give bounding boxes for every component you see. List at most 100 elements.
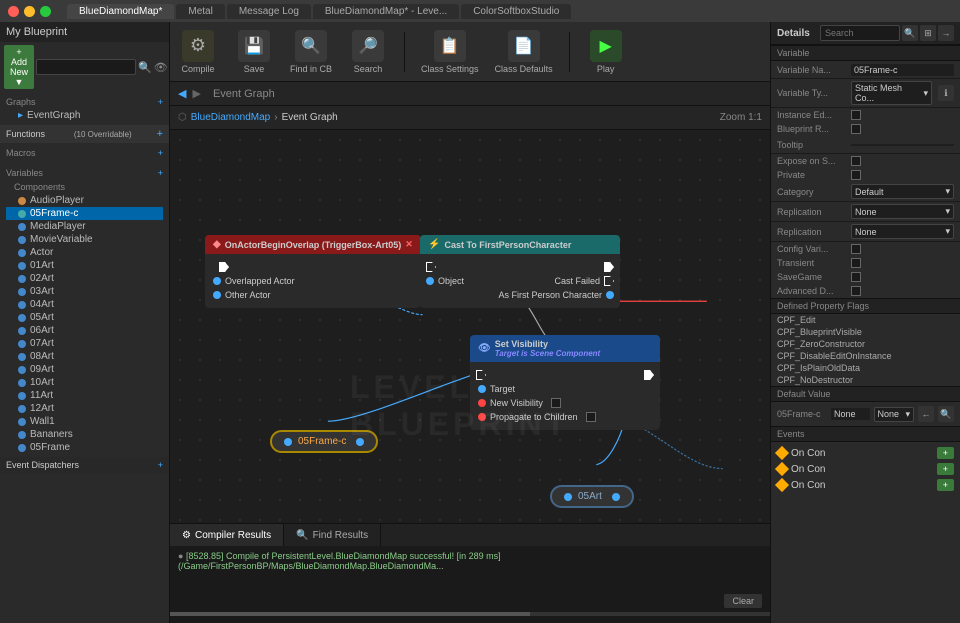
breadcrumb-map[interactable]: BlueDiamondMap	[191, 112, 271, 123]
nav-back-icon[interactable]: ◀	[178, 87, 186, 100]
functions-label[interactable]: Functions	[6, 129, 45, 139]
new-visibility-checkbox[interactable]	[551, 398, 561, 408]
wall1-item[interactable]: Wall1	[6, 415, 163, 428]
add-event-btn-1[interactable]: +	[937, 447, 954, 459]
01art-item[interactable]: 01Art	[6, 259, 163, 272]
replication1-dropdown[interactable]: None ▾	[851, 204, 954, 219]
mediaplayer-item[interactable]: MediaPlayer	[6, 220, 163, 233]
default-val-back-btn[interactable]: ←	[918, 406, 934, 422]
minimize-btn[interactable]	[24, 6, 35, 17]
advanced-display-cb[interactable]	[851, 286, 861, 296]
event-dispatchers-header[interactable]: Event Dispatchers +	[6, 460, 163, 470]
08art-item[interactable]: 08Art	[6, 350, 163, 363]
search-icon[interactable]: 🔍	[138, 61, 152, 74]
eye-icon[interactable]: 👁	[154, 61, 168, 74]
audioplayer-item[interactable]: AudioPlayer	[6, 194, 163, 207]
variables-header[interactable]: Variables +	[6, 166, 163, 180]
varname-label: Variable Na...	[777, 65, 847, 75]
class-settings-button[interactable]: 📋 Class Settings	[421, 30, 479, 74]
details-grid-button[interactable]: ⊞	[920, 25, 936, 41]
cast-node[interactable]: ⚡ Cast To FirstPersonCharacter	[420, 235, 620, 308]
tab-level[interactable]: BlueDiamondMap* - Leve...	[313, 4, 459, 19]
05frame-item[interactable]: 05Frame	[6, 441, 163, 454]
tab-messagelog[interactable]: Message Log	[227, 4, 311, 19]
10art-item[interactable]: 10Art	[6, 376, 163, 389]
add-macro-icon[interactable]: +	[158, 148, 163, 158]
category-dropdown[interactable]: Default ▾	[851, 184, 954, 199]
blueprint-readonly-row: Blueprint R...	[771, 122, 960, 136]
add-graph-icon[interactable]: +	[158, 97, 163, 107]
actor-item[interactable]: Actor	[6, 246, 163, 259]
overlap-begin-close[interactable]: ✕	[405, 239, 413, 250]
compiler-results-tab[interactable]: ⚙ Compiler Results	[170, 524, 284, 546]
add-new-button[interactable]: + Add New ▼	[4, 45, 34, 89]
compile-button[interactable]: ⚙ Compile	[178, 30, 218, 74]
add-variable-icon[interactable]: +	[158, 168, 163, 178]
replication2-dropdown[interactable]: None ▾	[851, 224, 954, 239]
search-input[interactable]	[36, 59, 136, 75]
components-header[interactable]: Components	[6, 180, 163, 194]
default-val-search-btn[interactable]: 🔍	[938, 406, 954, 422]
default-value-input[interactable]: None	[831, 408, 870, 420]
bananers-item[interactable]: Bananers	[6, 428, 163, 441]
transient-row: Transient	[771, 256, 960, 270]
tab-colorsoftbox[interactable]: ColorSoftboxStudio	[461, 4, 571, 19]
12art-item[interactable]: 12Art	[6, 402, 163, 415]
vartype-dropdown[interactable]: Static Mesh Co... ▾	[851, 81, 932, 105]
06art-dot	[18, 327, 26, 335]
varname-value[interactable]: 05Frame-c	[851, 64, 954, 76]
eventgraph-item[interactable]: ▸ EventGraph	[6, 109, 163, 122]
tab-metal[interactable]: Metal	[176, 4, 224, 19]
graphs-header[interactable]: Graphs +	[6, 95, 163, 109]
close-btn[interactable]	[8, 6, 19, 17]
art-var-node[interactable]: 05Art	[550, 485, 634, 508]
02art-item[interactable]: 02Art	[6, 272, 163, 285]
propagate-checkbox[interactable]	[586, 412, 596, 422]
transient-cb[interactable]	[851, 258, 861, 268]
blueprint-readonly-cb[interactable]	[851, 124, 861, 134]
maximize-btn[interactable]	[40, 6, 51, 17]
frame-var-node[interactable]: 05Frame-c	[270, 430, 378, 453]
04art-item[interactable]: 04Art	[6, 298, 163, 311]
frame-item[interactable]: 05Frame-c	[6, 207, 163, 220]
canvas-area[interactable]: ◆ OnActorBeginOverlap (TriggerBox-Art05)…	[170, 130, 770, 523]
tooltip-value[interactable]	[851, 144, 954, 146]
class-defaults-button[interactable]: 📄 Class Defaults	[495, 30, 553, 74]
instance-editable-cb[interactable]	[851, 110, 861, 120]
details-search-input[interactable]	[820, 25, 900, 41]
06art-item[interactable]: 06Art	[6, 324, 163, 337]
find-results-tab[interactable]: 🔍 Find Results	[284, 524, 381, 546]
11art-item[interactable]: 11Art	[6, 389, 163, 402]
advanced-display-label: Advanced D...	[777, 286, 847, 296]
breadcrumb-graph[interactable]: Event Graph	[282, 112, 338, 123]
add-dispatcher-icon[interactable]: +	[158, 460, 163, 470]
private-cb[interactable]	[851, 170, 861, 180]
default-value-dropdown[interactable]: None ▾	[874, 407, 915, 422]
config-variable-cb[interactable]	[851, 244, 861, 254]
05art-item[interactable]: 05Art	[6, 311, 163, 324]
clear-button[interactable]: Clear	[724, 594, 762, 608]
11art-dot	[18, 392, 26, 400]
add-function-icon[interactable]: +	[157, 128, 163, 140]
save-button[interactable]: 💾 Save	[234, 30, 274, 74]
savegame-cb[interactable]	[851, 272, 861, 282]
details-arrow-button[interactable]: →	[938, 25, 954, 41]
03art-item[interactable]: 03Art	[6, 285, 163, 298]
play-button[interactable]: ▶ Play	[586, 30, 626, 74]
movievariable-item[interactable]: MovieVariable	[6, 233, 163, 246]
09art-item[interactable]: 09Art	[6, 363, 163, 376]
canvas[interactable]: ◆ OnActorBeginOverlap (TriggerBox-Art05)…	[170, 130, 770, 523]
details-search-button[interactable]: 🔍	[902, 25, 918, 41]
findincb-button[interactable]: 🔍 Find in CB	[290, 30, 332, 74]
vartype-info-btn[interactable]: ℹ	[938, 85, 954, 101]
overlap-begin-node[interactable]: ◆ OnActorBeginOverlap (TriggerBox-Art05)…	[205, 235, 421, 308]
add-event-btn-2[interactable]: +	[937, 463, 954, 475]
search-button[interactable]: 🔎 Search	[348, 30, 388, 74]
nav-forward-icon[interactable]: ▶	[192, 87, 200, 100]
tab-bluediamondmap[interactable]: BlueDiamondMap*	[67, 4, 174, 19]
07art-item[interactable]: 07Art	[6, 337, 163, 350]
macros-header[interactable]: Macros +	[6, 146, 163, 160]
expose-spawn-cb[interactable]	[851, 156, 861, 166]
set-visibility-node[interactable]: 👁 Set Visibility Target is Scene Compone…	[470, 335, 660, 430]
add-event-btn-3[interactable]: +	[937, 479, 954, 491]
